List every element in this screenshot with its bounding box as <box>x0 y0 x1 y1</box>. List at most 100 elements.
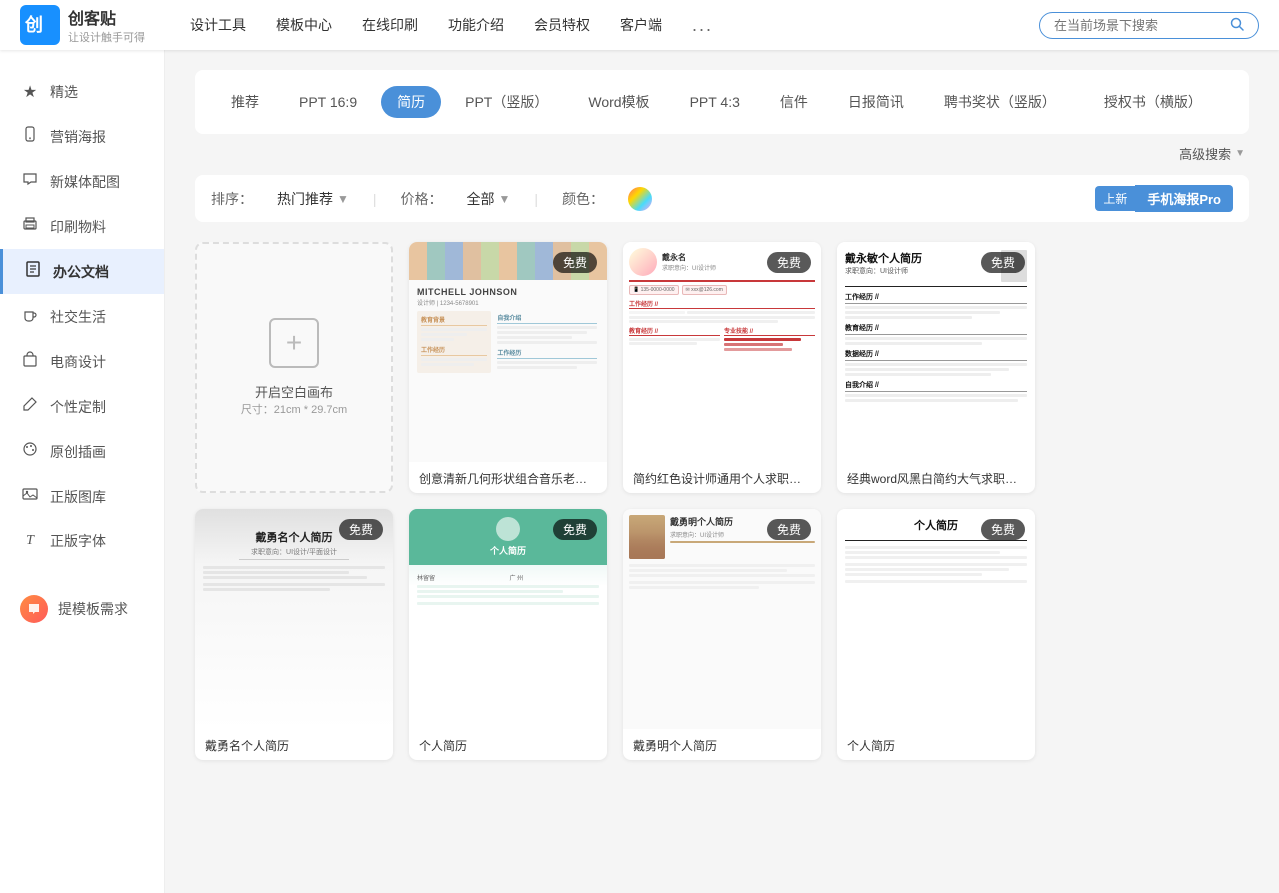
feedback-label: 提模板需求 <box>58 599 128 619</box>
sidebar-item-newmedia[interactable]: 新媒体配图 <box>0 159 164 204</box>
nav-design-tools[interactable]: 设计工具 <box>190 15 246 35</box>
template-name-b3: 戴勇明个人简历 <box>623 729 821 760</box>
template-name-t3: 经典word风黑白简约大气求职简历 <box>837 462 1035 493</box>
tab-recommended[interactable]: 推荐 <box>215 86 275 118</box>
sidebar-item-ecommerce[interactable]: 电商设计 <box>0 339 164 384</box>
free-badge-t3: 免费 <box>981 252 1025 273</box>
template-thumb-b1: 戴勇名个人简历 求职意向：UI设计/平面设计 <box>195 509 393 729</box>
search-icon[interactable] <box>1230 17 1244 34</box>
font-icon: T <box>20 533 40 549</box>
sidebar-label-photos: 正版图库 <box>50 487 106 507</box>
free-badge-t1: 免费 <box>553 252 597 273</box>
sidebar-item-illustration[interactable]: 原创插画 <box>0 429 164 474</box>
tab-daily[interactable]: 日报简讯 <box>832 86 920 118</box>
bag-icon <box>20 351 40 372</box>
tab-certificate[interactable]: 聘书奖状（竖版） <box>928 86 1072 118</box>
tab-ppt43[interactable]: PPT 4:3 <box>674 88 756 116</box>
sidebar-item-fonts[interactable]: T 正版字体 <box>0 519 164 563</box>
search-input[interactable] <box>1054 18 1230 33</box>
filter-bar: 排序： 热门推荐 ▼ | 价格： 全部 ▼ | 颜色： 上新 手机海报Pro <box>195 175 1249 222</box>
template-card-t2[interactable]: 戴永名 求职意向：UI设计师 📱 135-0000-0000 ✉ xxx@126… <box>623 242 821 493</box>
sidebar-item-custom[interactable]: 个性定制 <box>0 384 164 429</box>
nav-membership[interactable]: 会员特权 <box>534 15 590 35</box>
page-layout: ★ 精选 营销海报 新媒体配图 印刷物料 办公文档 <box>0 50 1279 780</box>
palette-icon <box>20 441 40 462</box>
sort-select[interactable]: 热门推荐 ▼ <box>277 189 349 209</box>
price-chevron-icon: ▼ <box>499 192 511 206</box>
template-thumb-b3: 戴勇明个人简历 求职意向：UI设计师 <box>623 509 821 729</box>
sidebar-label-marketing: 营销海报 <box>50 127 106 147</box>
tab-authorization[interactable]: 授权书（横版） <box>1088 86 1218 118</box>
sidebar-item-featured[interactable]: ★ 精选 <box>0 70 164 114</box>
logo[interactable]: 创 创客贴 让设计触手可得 <box>20 5 160 45</box>
free-badge-b2: 免费 <box>553 519 597 540</box>
sidebar-label-office: 办公文档 <box>53 262 109 282</box>
sort-chevron-icon: ▼ <box>337 192 349 206</box>
nav-template-center[interactable]: 模板中心 <box>276 15 332 35</box>
advanced-row: 高级搜索 ▼ <box>195 144 1249 163</box>
tab-pptvert[interactable]: PPT（竖版） <box>449 86 564 118</box>
badge-title-label: 手机海报Pro <box>1135 185 1233 212</box>
logo-main-text: 创客贴 <box>68 5 145 29</box>
template-card-t1[interactable]: MITCHELL JOHNSON 设计师 | 1234-5678901 教育背景… <box>409 242 607 493</box>
template-name-b4: 个人简历 <box>837 729 1035 760</box>
main-content: 推荐 PPT 16:9 简历 PPT（竖版） Word模板 PPT 4:3 信件… <box>165 50 1279 780</box>
feedback-icon <box>20 595 48 623</box>
sidebar-label-newmedia: 新媒体配图 <box>50 172 120 192</box>
logo-sub-text: 让设计触手可得 <box>68 29 145 45</box>
template-card-b4[interactable]: 个人简历 免费 个人简历 <box>837 509 1035 760</box>
template-card-b3[interactable]: 戴勇明个人简历 求职意向：UI设计师 免费 戴勇明个人简历 <box>623 509 821 760</box>
plus-icon: + <box>269 318 319 368</box>
advanced-search-button[interactable]: 高级搜索 ▼ <box>1179 144 1245 163</box>
template-card-b2[interactable]: 个人简历 林留留 广 州 <box>409 509 607 760</box>
nav-features[interactable]: 功能介绍 <box>448 15 504 35</box>
document-icon <box>23 261 43 282</box>
price-select[interactable]: 全部 ▼ <box>467 189 511 209</box>
phone-icon <box>20 126 40 147</box>
sidebar-label-print: 印刷物料 <box>50 217 106 237</box>
template-thumb-t3: 戴永敏个人简历 求职意向：UI设计师 工作经历 // 教育 <box>837 242 1035 462</box>
sidebar-label-featured: 精选 <box>50 82 78 102</box>
template-thumb-b4: 个人简历 <box>837 509 1035 729</box>
sidebar-item-marketing[interactable]: 营销海报 <box>0 114 164 159</box>
price-value: 全部 <box>467 189 495 209</box>
tab-resume[interactable]: 简历 <box>381 86 441 118</box>
filter-divider-1: | <box>373 191 377 207</box>
sidebar-label-fonts: 正版字体 <box>50 531 106 551</box>
sidebar-feedback[interactable]: 提模板需求 <box>0 583 164 635</box>
chat-icon <box>20 171 40 192</box>
template-card-b1[interactable]: 戴勇名个人简历 求职意向：UI设计/平面设计 免费 戴勇名个人简历 <box>195 509 393 760</box>
tab-ppt169[interactable]: PPT 16:9 <box>283 88 373 116</box>
blank-canvas-card[interactable]: + 开启空白画布 尺寸：21cm * 29.7cm <box>195 242 393 493</box>
nav-more-button[interactable]: ... <box>692 15 713 36</box>
image-icon <box>20 486 40 507</box>
template-card-t3[interactable]: 戴永敏个人简历 求职意向：UI设计师 工作经历 // 教育 <box>837 242 1035 493</box>
blank-canvas-label: 开启空白画布 <box>255 382 333 401</box>
template-thumb-t2: 戴永名 求职意向：UI设计师 📱 135-0000-0000 ✉ xxx@126… <box>623 242 821 462</box>
filter-divider-2: | <box>534 191 538 207</box>
sidebar-item-office[interactable]: 办公文档 <box>0 249 164 294</box>
sidebar-label-social: 社交生活 <box>50 307 106 327</box>
blank-canvas-size: 尺寸：21cm * 29.7cm <box>241 401 347 417</box>
category-tabs: 推荐 PPT 16:9 简历 PPT（竖版） Word模板 PPT 4:3 信件… <box>195 70 1249 134</box>
sidebar-item-print[interactable]: 印刷物料 <box>0 204 164 249</box>
free-badge-b4: 免费 <box>981 519 1025 540</box>
sidebar-item-photos[interactable]: 正版图库 <box>0 474 164 519</box>
tab-word[interactable]: Word模板 <box>572 86 665 118</box>
promo-badge[interactable]: 上新 手机海报Pro <box>1095 185 1233 212</box>
color-picker-button[interactable] <box>628 187 652 211</box>
sidebar-item-social[interactable]: 社交生活 <box>0 294 164 339</box>
sidebar: ★ 精选 营销海报 新媒体配图 印刷物料 办公文档 <box>0 50 165 893</box>
template-thumb-b2: 个人简历 林留留 广 州 <box>409 509 607 729</box>
free-badge-b3: 免费 <box>767 519 811 540</box>
nav-online-print[interactable]: 在线印刷 <box>362 15 418 35</box>
color-label: 颜色： <box>562 189 604 209</box>
tab-letter[interactable]: 信件 <box>764 86 824 118</box>
search-box[interactable] <box>1039 12 1259 39</box>
price-label: 价格： <box>401 189 443 209</box>
template-thumb-t1: MITCHELL JOHNSON 设计师 | 1234-5678901 教育背景… <box>409 242 607 462</box>
print-icon <box>20 216 40 237</box>
template-name-t2: 简约红色设计师通用个人求职简历模板 <box>623 462 821 493</box>
nav-client[interactable]: 客户端 <box>620 15 662 35</box>
templates-grid: + 开启空白画布 尺寸：21cm * 29.7cm MITCHELL JOHNS… <box>195 242 1249 760</box>
